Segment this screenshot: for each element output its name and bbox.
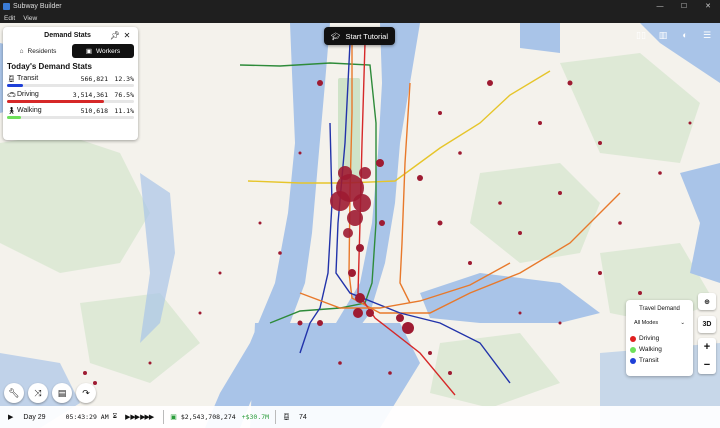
tab-residents[interactable]: ⌂ Residents [7, 44, 69, 58]
stat-bar-track [7, 84, 134, 87]
panel-title: Demand Stats [44, 31, 91, 39]
train-icon: 🚆︎ [7, 75, 16, 83]
car-icon: 🚗︎ [7, 91, 16, 99]
play-icon[interactable]: ▶ [8, 413, 13, 421]
money-icon: ▣ [170, 414, 177, 421]
walking-icon: 🚶︎ [7, 107, 16, 115]
book-icon[interactable]: ▥ [653, 27, 673, 43]
menu-edit[interactable]: Edit [0, 15, 19, 22]
legend-dot [630, 346, 636, 353]
stat-percent: 76.5% [114, 90, 134, 99]
train-count: 74 [298, 413, 307, 421]
window-controls: — ☐ ✕ [648, 0, 720, 13]
view-3d-label: 3D [702, 321, 712, 328]
minimize-button[interactable]: — [648, 0, 672, 13]
app-icon [3, 3, 10, 10]
legend-dot [630, 335, 636, 342]
compass-button[interactable]: ⊕ [698, 293, 716, 310]
close-window-button[interactable]: ✕ [696, 0, 720, 13]
legend-label: Transit [639, 357, 659, 364]
tab-label: Workers [96, 47, 121, 55]
window-title: Subway Builder [13, 3, 62, 10]
legend-label: Driving [639, 335, 660, 342]
home-icon: ⌂ [19, 47, 24, 55]
stat-percent: 12.3% [114, 74, 134, 83]
mode-select-value: All Modes [634, 319, 659, 326]
tab-label: Residents [27, 47, 57, 55]
sleep-icon[interactable]: ⏳︎ [113, 413, 117, 421]
tab-workers[interactable]: ▣ Workers [72, 44, 134, 58]
compass-icon: ⊕ [704, 298, 710, 306]
zoom-in-button[interactable]: + [698, 338, 716, 356]
stat-bar-fill [7, 84, 23, 87]
pin-icon[interactable]: 📌︎ [109, 31, 121, 40]
stats-heading: Today's Demand Stats [7, 62, 92, 71]
title-bar: Subway Builder — ☐ ✕ [0, 0, 720, 13]
legend-item-transit: Transit [630, 355, 689, 366]
map-icon[interactable]: ▯▯ [631, 27, 651, 43]
stat-value: 3,514,361 [72, 90, 108, 99]
stat-row-driving: 🚗︎ Driving 3,514,361 76.5% [7, 90, 134, 103]
legend-item-driving: Driving [630, 333, 689, 344]
divider [163, 410, 165, 424]
stat-bar-track [7, 100, 134, 103]
demand-stats-panel: Demand Stats 📌︎ ✕ ⌂ Residents ▣ Workers … [3, 27, 138, 140]
graduation-cap-icon: 🎓︎ [330, 31, 341, 41]
clock-time: 05:43:29 AM [65, 413, 109, 421]
route-icon[interactable]: ⤨ [28, 383, 48, 403]
menu-icon[interactable]: ☰ [697, 27, 717, 43]
stat-value: 566,821 [80, 74, 108, 83]
stat-label: Transit [17, 75, 39, 82]
briefcase-icon: ▣ [85, 48, 93, 55]
close-icon[interactable]: ✕ [121, 31, 133, 40]
money-balance: $2,543,708,274 [180, 413, 236, 421]
view-3d-button[interactable]: 3D [698, 316, 716, 333]
palette-icon[interactable]: ◐ [675, 27, 695, 43]
legend-title: Travel Demand [639, 306, 680, 312]
stat-label: Driving [17, 91, 39, 98]
legend-label: Walking [639, 346, 662, 353]
redo-icon[interactable]: ↷ [76, 383, 96, 403]
stat-bar-track [7, 116, 134, 119]
stat-row-transit: 🚆︎ Transit 566,821 12.3% [7, 74, 134, 87]
stat-label: Walking [17, 107, 42, 114]
stat-bar-fill [7, 116, 22, 119]
legend-item-walking: Walking [630, 344, 689, 355]
tutorial-label: Start Tutorial [345, 31, 389, 41]
menu-bar: Edit View [0, 13, 720, 23]
zoom-controls: + − [698, 338, 716, 374]
divider [275, 410, 277, 424]
travel-demand-legend: Travel Demand All Modes ⌄ Driving Walkin… [626, 300, 693, 376]
stat-value: 510,618 [80, 106, 108, 115]
panel-header: Demand Stats 📌︎ ✕ [3, 27, 138, 43]
stat-percent: 11.1% [114, 106, 134, 115]
status-bar: ▶ Day 29 05:43:29 AM ⏳︎ ▶ ▶▶ ▶▶▶ ▣ $2,54… [0, 406, 720, 428]
maximize-button[interactable]: ☐ [672, 0, 696, 13]
legend-dot [630, 357, 636, 364]
stat-row-walking: 🚶︎ Walking 510,618 11.1% [7, 106, 134, 119]
day-label: Day 29 [23, 413, 46, 421]
wrench-icon[interactable]: 🔧︎ [4, 383, 24, 403]
chart-icon[interactable]: ▤ [52, 383, 72, 403]
chevron-down-icon: ⌄ [680, 319, 685, 326]
zoom-out-button[interactable]: − [698, 356, 716, 374]
start-tutorial-button[interactable]: 🎓︎ Start Tutorial [324, 27, 395, 45]
speed-controls-icon[interactable]: ▶ ▶▶ ▶▶▶ [125, 413, 154, 421]
mode-select[interactable]: All Modes ⌄ [630, 317, 689, 328]
menu-view[interactable]: View [19, 15, 41, 22]
money-delta: +$30.7M [241, 413, 270, 421]
stat-bar-fill [7, 100, 105, 103]
panel-tabs: ⌂ Residents ▣ Workers [7, 44, 134, 58]
top-right-toolbar: ▯▯ ▥ ◐ ☰ [631, 27, 720, 43]
train-count-icon: 🚆︎ [282, 414, 291, 421]
bottom-toolbar: 🔧︎ ⤨ ▤ ↷ [4, 383, 96, 403]
